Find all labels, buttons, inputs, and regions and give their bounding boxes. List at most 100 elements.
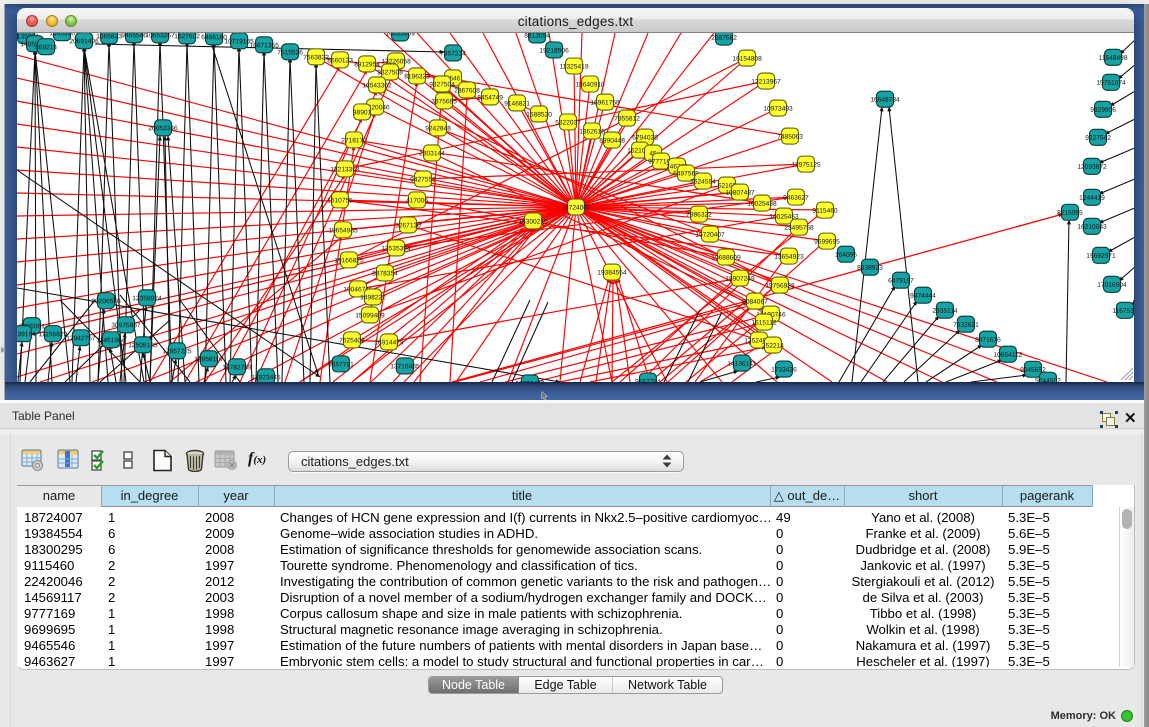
svg-text:12213363: 12213363 [330, 166, 360, 173]
svg-text:9115460: 9115460 [812, 208, 838, 215]
svg-text:1362615: 1362615 [579, 129, 605, 136]
svg-text:11548498: 11548498 [1099, 55, 1128, 62]
svg-text:19756928: 19756928 [765, 283, 795, 290]
svg-text:10654112: 10654112 [993, 352, 1022, 359]
svg-text:98901: 98901 [353, 109, 372, 116]
svg-text:7485063: 7485063 [777, 134, 803, 141]
svg-text:1733426: 1733426 [771, 367, 797, 374]
svg-text:252214: 252214 [762, 343, 784, 350]
svg-text:9463627: 9463627 [783, 195, 809, 202]
svg-text:12359924: 12359924 [132, 295, 162, 302]
svg-text:15300215: 15300215 [518, 218, 548, 225]
svg-text:19384554: 19384554 [597, 270, 627, 277]
svg-text:3267130: 3267130 [395, 222, 421, 229]
svg-text:9327504: 9327504 [429, 81, 455, 88]
svg-text:10688609: 10688609 [711, 255, 741, 262]
svg-text:15751074: 15751074 [1096, 80, 1126, 87]
svg-text:9242848: 9242848 [425, 125, 451, 132]
svg-text:2087682: 2087682 [711, 35, 737, 42]
svg-text:9474444: 9474444 [910, 293, 936, 300]
svg-text:23495758: 23495758 [784, 225, 814, 232]
svg-text:13654923: 13654923 [774, 254, 804, 261]
svg-text:6794028: 6794028 [632, 135, 658, 142]
svg-text:14136141: 14136141 [727, 361, 757, 368]
svg-text:11325419: 11325419 [560, 63, 589, 70]
svg-text:17957225: 17957225 [162, 348, 192, 355]
svg-text:9657791: 9657791 [328, 361, 354, 368]
svg-text:16154808: 16154808 [732, 56, 762, 63]
svg-text:12975125: 12975125 [791, 162, 821, 169]
svg-text:9329906: 9329906 [1090, 107, 1116, 114]
svg-text:3624554: 3624554 [690, 179, 716, 186]
svg-text:16033809: 16033809 [385, 33, 415, 37]
svg-text:9146821: 9146821 [504, 100, 530, 107]
svg-text:8990448: 8990448 [599, 138, 625, 145]
svg-text:1065326: 1065326 [49, 33, 75, 37]
svg-text:20053346: 20053346 [148, 125, 178, 132]
svg-text:15692971: 15692971 [1086, 253, 1116, 260]
svg-text:16914479: 16914479 [374, 339, 404, 346]
svg-text:9427552: 9427552 [410, 176, 436, 183]
svg-text:869214: 869214 [35, 44, 57, 51]
svg-text:16543362: 16543362 [362, 82, 392, 89]
svg-text:1167534: 1167534 [1112, 308, 1134, 315]
svg-text:1244419: 1244419 [1079, 195, 1105, 202]
svg-text:1615112: 1615112 [751, 320, 777, 327]
svg-text:10807487: 10807487 [725, 190, 755, 197]
svg-text:7515526: 7515526 [277, 49, 303, 56]
svg-text:8912954: 8912954 [354, 61, 380, 68]
svg-text:12923446: 12923446 [251, 374, 281, 381]
svg-text:17016504: 17016504 [1097, 282, 1127, 289]
svg-text:5322037: 5322037 [555, 119, 581, 126]
svg-text:13535394: 13535394 [381, 245, 411, 252]
svg-text:9244502: 9244502 [1035, 378, 1061, 382]
svg-text:9699695: 9699695 [814, 239, 840, 246]
svg-text:2867608: 2867608 [454, 87, 480, 94]
svg-text:2935114: 2935114 [932, 308, 958, 315]
svg-text:8471676: 8471676 [975, 337, 1001, 344]
svg-text:8196323: 8196323 [404, 73, 430, 80]
svg-text:16961758: 16961758 [590, 100, 620, 107]
svg-text:3875685: 3875685 [431, 98, 457, 105]
svg-text:15099489: 15099489 [355, 312, 385, 319]
svg-text:8215955: 8215955 [1057, 210, 1083, 217]
svg-text:1939154: 1939154 [17, 331, 36, 338]
svg-text:10973493: 10973493 [763, 106, 793, 113]
svg-text:16648784: 16648784 [870, 97, 900, 104]
svg-text:1065823: 1065823 [96, 33, 122, 40]
svg-text:12505135: 12505135 [128, 342, 158, 349]
svg-text:7625402: 7625402 [339, 337, 365, 344]
svg-text:12923448: 12923448 [515, 380, 545, 382]
svg-text:16210643: 16210643 [1077, 224, 1107, 231]
svg-text:11451944: 11451944 [96, 337, 125, 344]
svg-text:10653267: 10653267 [145, 33, 175, 39]
svg-text:16782759: 16782759 [222, 364, 252, 371]
svg-text:1527602: 1527602 [174, 33, 200, 40]
svg-text:12093872: 12093872 [1077, 164, 1107, 171]
svg-text:2718170: 2718170 [341, 137, 367, 144]
svg-text:10025438: 10025438 [747, 201, 777, 208]
svg-text:8813054: 8813054 [524, 33, 550, 39]
svg-text:8660123: 8660123 [327, 57, 353, 64]
svg-text:20691406: 20691406 [69, 38, 99, 45]
svg-text:16671355: 16671355 [249, 42, 279, 49]
svg-text:8454749: 8454749 [477, 94, 503, 101]
svg-text:2803144: 2803144 [419, 150, 445, 157]
svg-text:1498222: 1498222 [360, 294, 386, 301]
svg-text:1610755: 1610755 [327, 197, 353, 204]
svg-text:15720407: 15720407 [695, 232, 725, 239]
svg-text:7955812: 7955812 [614, 116, 640, 123]
svg-text:18907249: 18907249 [725, 276, 755, 283]
svg-text:164095: 164095 [835, 252, 857, 259]
svg-text:9657794: 9657794 [635, 379, 661, 382]
svg-text:7663822: 7663822 [303, 54, 329, 61]
svg-text:19218506: 19218506 [539, 47, 569, 54]
svg-text:9227542: 9227542 [1085, 135, 1111, 142]
svg-text:8878354: 8878354 [372, 270, 398, 277]
svg-text:11156829: 11156829 [39, 331, 68, 338]
svg-text:10958107: 10958107 [194, 356, 224, 363]
svg-text:9327508: 9327508 [377, 69, 403, 76]
svg-text:12942757: 12942757 [66, 335, 96, 342]
svg-text:8938923: 8938923 [857, 265, 883, 272]
svg-text:1588520: 1588520 [526, 111, 552, 118]
